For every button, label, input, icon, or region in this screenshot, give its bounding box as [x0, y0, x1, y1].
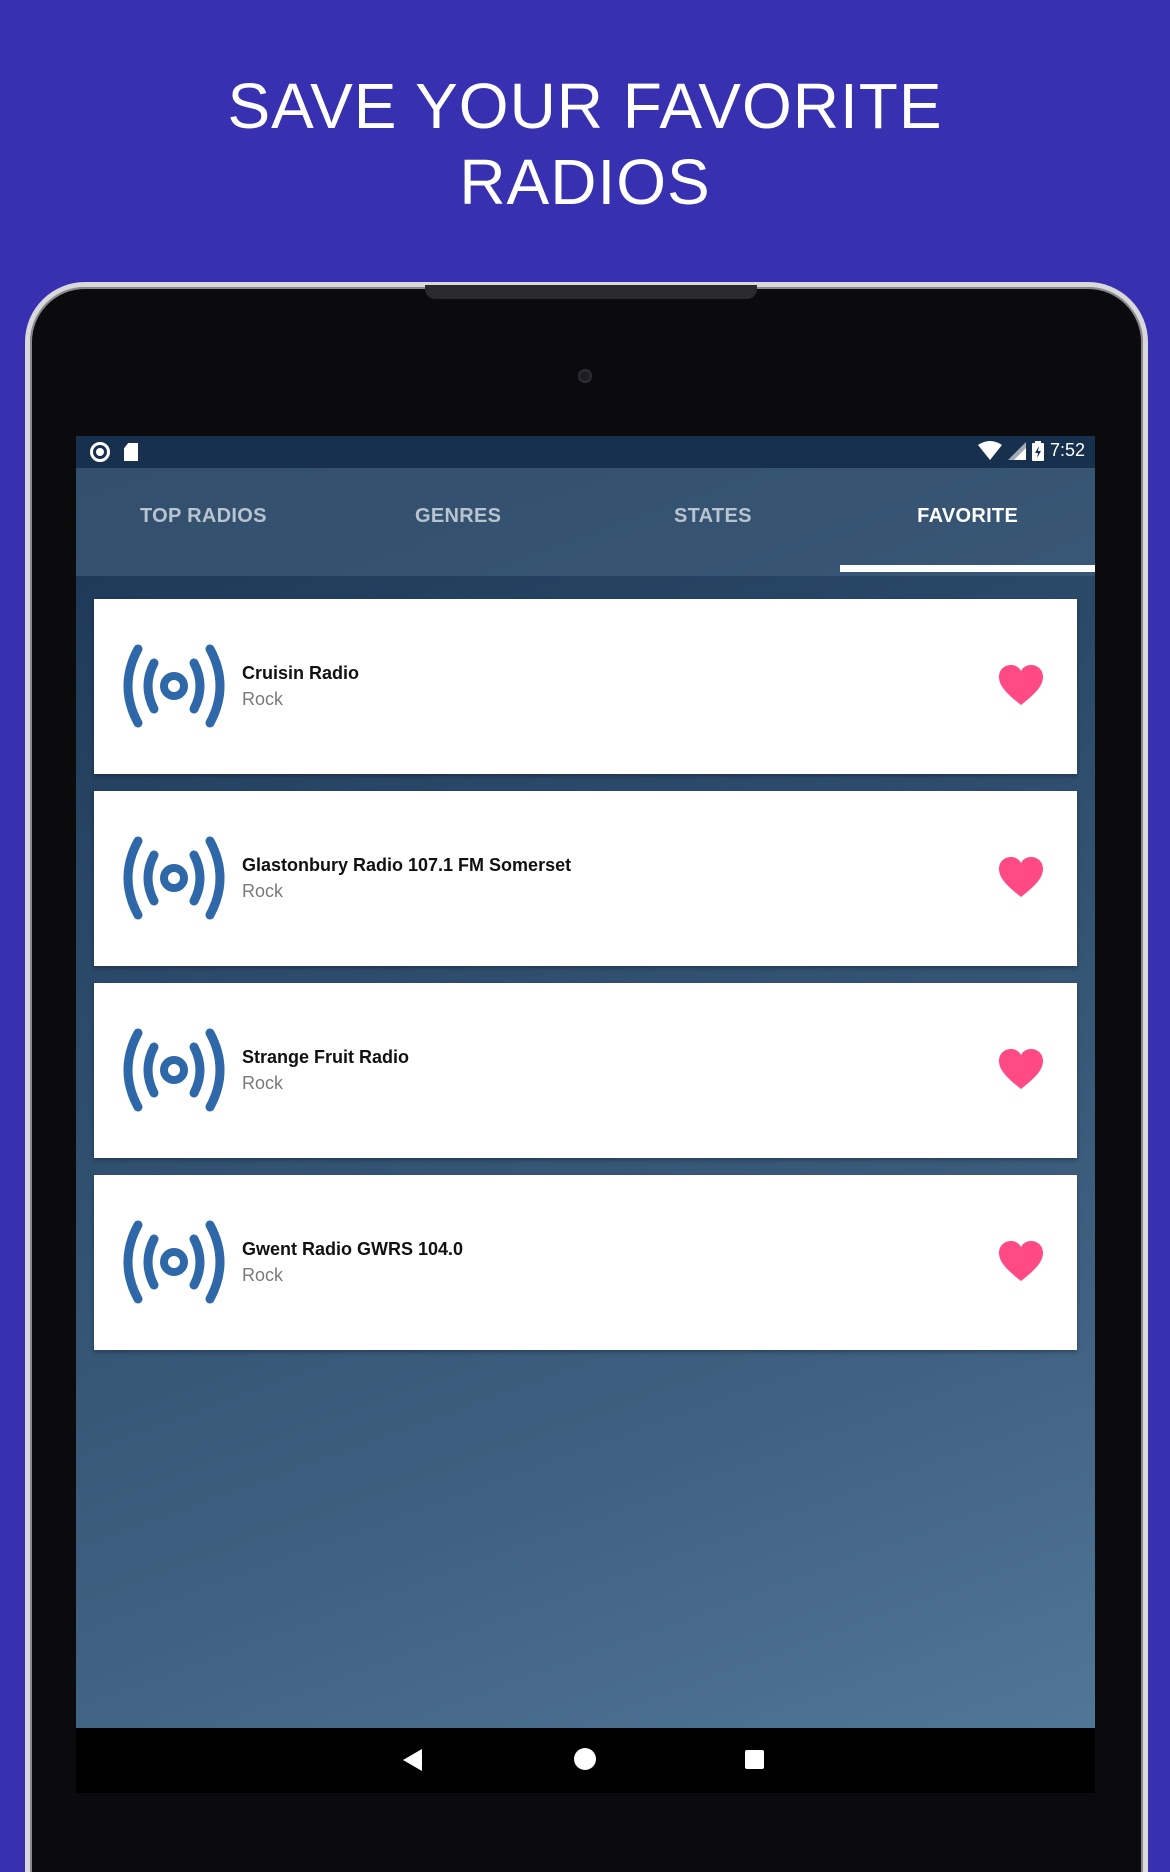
station-name: Gwent Radio GWRS 104.0: [242, 1239, 464, 1259]
system-nav-bar: [76, 1728, 1095, 1793]
station-card[interactable]: Cruisin Radio Rock: [94, 599, 1077, 774]
app-screen: 7:52 TOP RADIOS GENRES STATES FAVORITE C…: [76, 436, 1095, 1793]
home-icon[interactable]: [574, 1748, 596, 1770]
station-card[interactable]: Glastonbury Radio 107.1 FM Somerset Rock: [94, 791, 1077, 966]
station-name: Cruisin Radio: [242, 663, 360, 683]
station-genre: Rock: [242, 689, 284, 709]
station-card[interactable]: Strange Fruit Radio Rock: [94, 983, 1077, 1158]
radio-broadcast-icon: [123, 836, 225, 920]
heart-icon[interactable]: [999, 1241, 1043, 1283]
radio-broadcast-icon: [123, 644, 225, 728]
recents-icon[interactable]: [745, 1750, 764, 1769]
back-icon[interactable]: [403, 1749, 422, 1771]
promo-headline-line-1: SAVE YOUR FAVORITE: [227, 70, 943, 142]
heart-icon[interactable]: [999, 1049, 1043, 1091]
promo-headline-line-2: RADIOS: [459, 146, 711, 218]
radio-broadcast-icon: [123, 1220, 225, 1304]
radio-broadcast-icon: [123, 1028, 225, 1112]
promo-headline: SAVE YOUR FAVORITE RADIOS: [0, 68, 1170, 220]
heart-icon[interactable]: [999, 665, 1043, 707]
station-genre: Rock: [242, 1073, 284, 1093]
tab-favorite[interactable]: FAVORITE: [840, 468, 1095, 576]
station-card[interactable]: Gwent Radio GWRS 104.0 Rock: [94, 1175, 1077, 1350]
station-genre: Rock: [242, 881, 284, 901]
favorites-list: Cruisin Radio Rock Glastonbury Radio 107…: [94, 599, 1077, 1367]
tab-states[interactable]: STATES: [586, 468, 841, 576]
sd-card-icon: [124, 443, 138, 461]
tab-genres[interactable]: GENRES: [331, 468, 586, 576]
station-name: Glastonbury Radio 107.1 FM Somerset: [242, 855, 572, 875]
record-icon: [90, 442, 110, 462]
front-camera: [578, 369, 592, 383]
station-name: Strange Fruit Radio: [242, 1047, 410, 1067]
speaker-notch: [425, 285, 757, 299]
heart-icon[interactable]: [999, 857, 1043, 899]
station-genre: Rock: [242, 1265, 284, 1285]
tab-top-radios[interactable]: TOP RADIOS: [76, 468, 331, 576]
status-bar: 7:52: [76, 436, 1095, 468]
tab-bar: TOP RADIOS GENRES STATES FAVORITE: [76, 468, 1095, 576]
battery-charging-icon: [1031, 440, 1044, 461]
wifi-icon: [977, 440, 1002, 460]
status-time: 7:52: [1049, 440, 1085, 460]
signal-icon: [1007, 441, 1026, 460]
